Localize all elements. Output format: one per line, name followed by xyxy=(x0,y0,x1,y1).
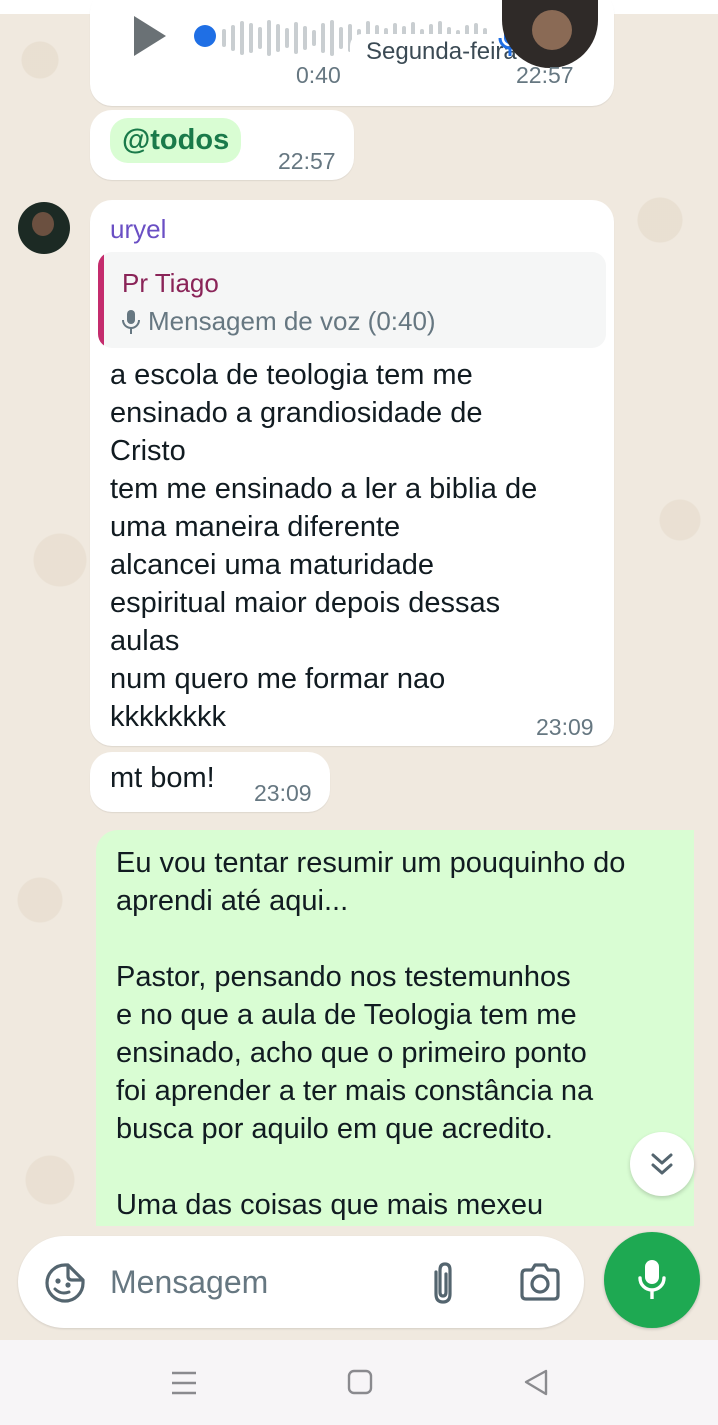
message-time: 23:09 xyxy=(254,780,312,806)
mention-message-bubble[interactable]: @todos 22:57 xyxy=(90,110,354,180)
camera-icon[interactable] xyxy=(518,1262,562,1302)
message-text: Eu vou tentar resumir um pouquinho do ap… xyxy=(116,847,626,1221)
mention-tag[interactable]: @todos xyxy=(110,118,242,163)
quote-accent-bar xyxy=(98,252,104,348)
double-chevron-down-icon xyxy=(651,1153,673,1175)
outgoing-message-bubble[interactable]: Eu vou tentar resumir um pouquinho do ap… xyxy=(96,830,694,1226)
scroll-to-bottom-button[interactable] xyxy=(630,1132,694,1196)
mic-icon xyxy=(122,309,140,334)
home-icon[interactable] xyxy=(340,1366,380,1400)
system-navigation-bar xyxy=(0,1340,718,1425)
message-text: mt bom! xyxy=(110,762,215,794)
message-time: 22:57 xyxy=(278,148,336,174)
sticker-icon[interactable] xyxy=(44,1262,86,1304)
sender-name[interactable]: uryel xyxy=(110,214,166,245)
recent-apps-icon[interactable] xyxy=(164,1366,204,1400)
play-icon[interactable] xyxy=(134,16,166,56)
quoted-author: Pr Tiago xyxy=(122,268,219,298)
message-time: 22:57 xyxy=(516,62,574,88)
quoted-text-row: Mensagem de voz (0:40) xyxy=(122,306,436,337)
message-time: 23:09 xyxy=(536,714,594,740)
message-input[interactable] xyxy=(110,1258,400,1306)
paperclip-icon[interactable] xyxy=(426,1260,460,1306)
playback-position-dot[interactable] xyxy=(194,25,216,47)
incoming-message-bubble[interactable]: uryel Pr Tiago Mensagem de voz (0:40) a … xyxy=(90,200,614,746)
voice-message-bubble[interactable]: Segunda-feira 0:40 22:57 xyxy=(90,0,614,106)
voice-record-button[interactable] xyxy=(604,1232,700,1328)
sender-avatar[interactable] xyxy=(18,202,70,254)
mic-icon xyxy=(638,1260,666,1299)
message-text: a escola de teologia tem me ensinado a g… xyxy=(110,359,538,733)
message-composer xyxy=(18,1236,584,1328)
incoming-message-bubble[interactable]: mt bom! 23:09 xyxy=(90,752,330,812)
quoted-message[interactable]: Pr Tiago Mensagem de voz (0:40) xyxy=(98,252,606,348)
quoted-text: Mensagem de voz (0:40) xyxy=(148,306,436,336)
back-icon[interactable] xyxy=(516,1366,556,1400)
voice-duration: 0:40 xyxy=(296,62,341,88)
